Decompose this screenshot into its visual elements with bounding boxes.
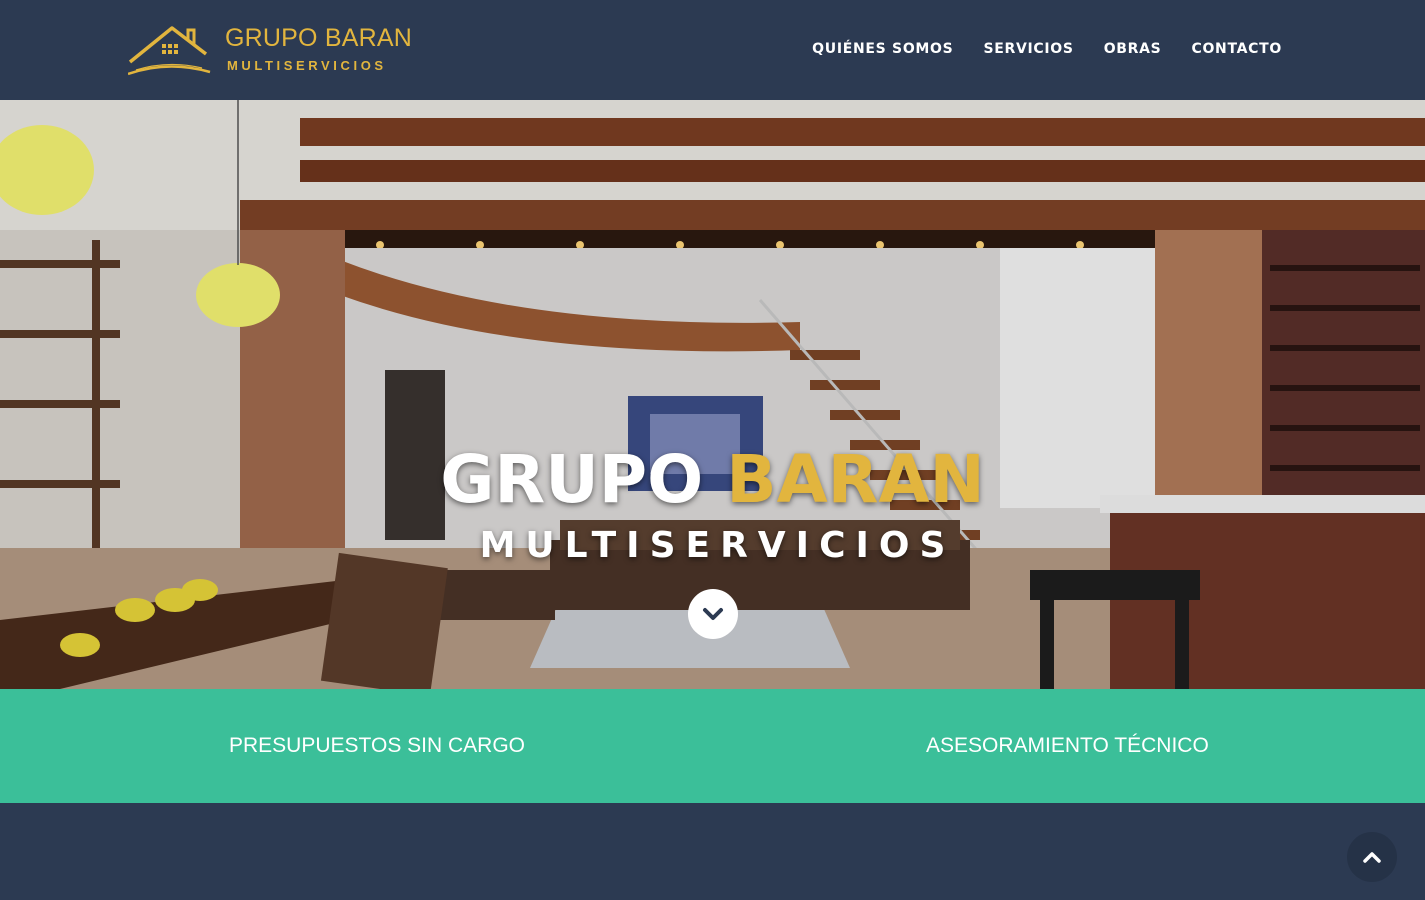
nav-contacto[interactable]: CONTACTO xyxy=(1191,41,1282,58)
scroll-down-button[interactable] xyxy=(688,589,738,639)
hero-subtitle: MULTISERVICIOS xyxy=(479,525,956,566)
nav-obras[interactable]: OBRAS xyxy=(1104,41,1162,58)
nav-quienes-somos[interactable]: QUIÉNES SOMOS xyxy=(812,41,953,58)
brand-title: GRUPO BARAN xyxy=(225,24,412,52)
chevron-up-icon xyxy=(1363,852,1381,863)
chevron-down-icon xyxy=(703,608,723,620)
hero-section: GRUPO BARAN MULTISERVICIOS xyxy=(0,100,1425,689)
hero-title: GRUPO BARAN xyxy=(0,440,1425,520)
feature-asesoramiento: ASESORAMIENTO TÉCNICO xyxy=(926,734,1209,757)
brand-logo[interactable]: GRUPO BARAN MULTISERVICIOS xyxy=(128,24,418,78)
features-band: PRESUPUESTOS SIN CARGO ASESORAMIENTO TÉC… xyxy=(0,689,1425,803)
house-roof-icon xyxy=(128,26,211,76)
main-nav: QUIÉNES SOMOS SERVICIOS OBRAS CONTACTO xyxy=(812,41,1282,58)
feature-presupuestos: PRESUPUESTOS SIN CARGO xyxy=(229,734,526,757)
brand-subtitle: MULTISERVICIOS xyxy=(227,58,387,73)
hero-title-gold: BARAN xyxy=(726,441,985,518)
next-section xyxy=(0,803,1425,900)
nav-servicios[interactable]: SERVICIOS xyxy=(983,41,1073,58)
hero-title-white: GRUPO xyxy=(440,441,704,518)
top-navbar: GRUPO BARAN MULTISERVICIOS QUIÉNES SOMOS… xyxy=(0,0,1425,100)
back-to-top-button[interactable] xyxy=(1347,832,1397,882)
